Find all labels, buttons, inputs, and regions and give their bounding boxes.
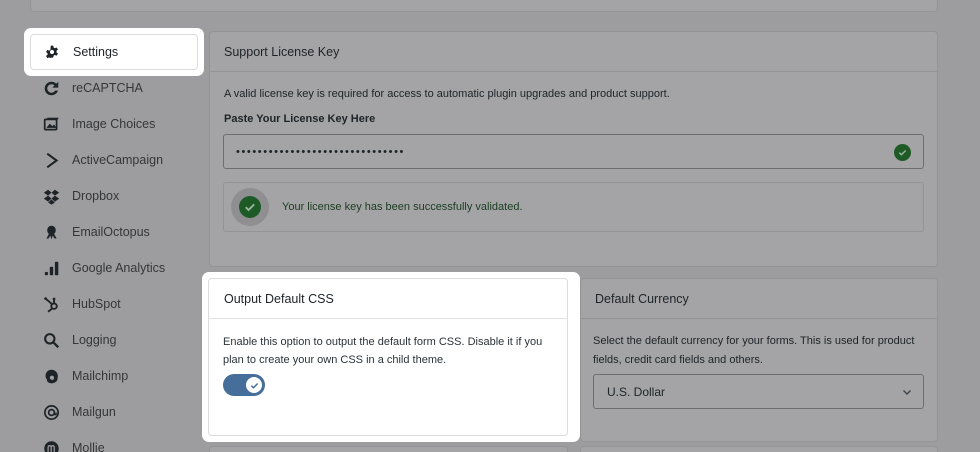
license-card-title: Support License Key xyxy=(210,32,937,72)
sidebar-item-label: Mailchimp xyxy=(72,369,129,383)
sidebar-item-label: Mailgun xyxy=(72,405,116,419)
currency-selected-value: U.S. Dollar xyxy=(607,384,666,399)
gear-icon xyxy=(43,43,61,61)
mollie-icon xyxy=(42,439,60,452)
dropbox-icon xyxy=(42,187,60,205)
sidebar-item-label: reCAPTCHA xyxy=(72,81,143,95)
image-choices-icon xyxy=(42,115,60,133)
sidebar-item-label: ActiveCampaign xyxy=(72,153,164,167)
output-default-css-card: Output Default CSS Enable this option to… xyxy=(208,278,568,436)
sidebar-item-mollie[interactable]: Mollie xyxy=(42,436,105,452)
sidebar-item-dropbox[interactable]: Dropbox xyxy=(42,184,119,208)
license-key-input[interactable]: ••••••••••••••••••••••••••••••• xyxy=(223,134,924,169)
sidebar-item-google-analytics[interactable]: Google Analytics xyxy=(42,256,165,280)
mailgun-icon xyxy=(42,403,60,421)
currency-select[interactable]: U.S. Dollar xyxy=(593,374,924,409)
sidebar-item-label: Image Choices xyxy=(72,117,156,131)
sidebar-item-image-choices[interactable]: Image Choices xyxy=(42,112,155,136)
sidebar-item-label: Logging xyxy=(72,333,117,347)
chevron-down-icon xyxy=(903,390,911,395)
sidebar-item-logging[interactable]: Logging xyxy=(42,328,117,352)
license-field-label: Paste Your License Key Here xyxy=(224,113,376,125)
sidebar-item-label: EmailOctopus xyxy=(72,225,150,239)
emailoctopus-icon xyxy=(42,223,60,241)
sidebar-item-label: Settings xyxy=(73,45,119,59)
output-css-description: Enable this option to output the default… xyxy=(223,336,543,366)
sidebar-item-mailchimp[interactable]: Mailchimp xyxy=(42,364,128,388)
check-icon xyxy=(246,377,262,393)
mailchimp-icon xyxy=(42,367,60,385)
sidebar-item-activecampaign[interactable]: ActiveCampaign xyxy=(42,148,163,172)
currency-description: Select the default currency for your for… xyxy=(593,335,915,366)
next-card-edge-right xyxy=(580,446,938,452)
search-icon xyxy=(42,331,60,349)
next-card-edge-left xyxy=(209,446,568,452)
sidebar-item-hubspot[interactable]: HubSpot xyxy=(42,292,121,316)
sidebar-item-mailgun[interactable]: Mailgun xyxy=(42,400,116,424)
hubspot-icon xyxy=(42,295,60,313)
currency-card-title: Default Currency xyxy=(581,279,937,319)
sidebar-item-label: Mollie xyxy=(72,441,105,452)
sidebar-item-label: Dropbox xyxy=(72,189,120,203)
success-check-icon xyxy=(231,188,269,226)
sidebar-item-settings[interactable]: Settings xyxy=(30,34,198,70)
license-key-value: ••••••••••••••••••••••••••••••• xyxy=(236,145,405,158)
sidebar-item-label: Google Analytics xyxy=(72,261,166,275)
google-analytics-icon xyxy=(42,259,60,277)
output-css-title: Output Default CSS xyxy=(209,279,567,319)
recaptcha-icon xyxy=(42,79,60,97)
license-validation-notice: Your license key has been successfully v… xyxy=(223,182,924,232)
sidebar-item-emailoctopus[interactable]: EmailOctopus xyxy=(42,220,150,244)
output-css-toggle[interactable] xyxy=(223,374,265,396)
license-description: A valid license key is required for acce… xyxy=(224,88,670,100)
validation-message: Your license key has been successfully v… xyxy=(282,201,523,213)
activecampaign-icon xyxy=(42,151,60,169)
sidebar-item-recaptcha[interactable]: reCAPTCHA xyxy=(42,76,143,100)
sidebar-item-label: HubSpot xyxy=(72,297,121,311)
check-circle-icon xyxy=(894,144,911,161)
